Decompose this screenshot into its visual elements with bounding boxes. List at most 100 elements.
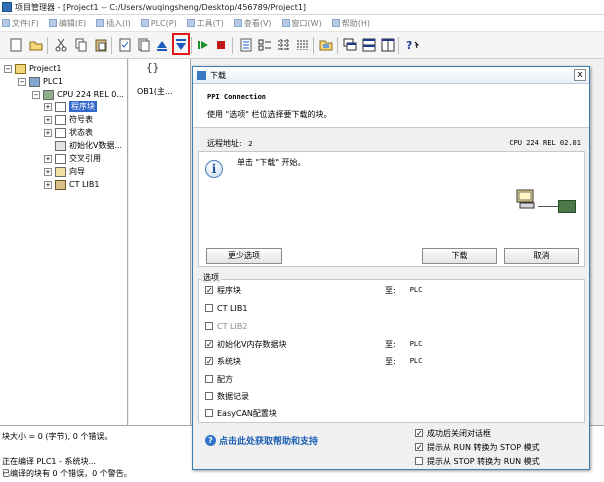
menu-edit[interactable]: 编辑(E) (48, 18, 86, 29)
copy-icon[interactable] (73, 37, 89, 53)
cancel-button[interactable]: 取消 (504, 248, 579, 264)
checkbox-checked[interactable]: ✓ (415, 429, 423, 438)
expand-icon[interactable]: + (44, 154, 52, 163)
option-target: 至: PLC (385, 338, 422, 350)
option-target: 至: PLC (385, 284, 422, 296)
tree-item-data-block[interactable]: 初始化V数据... (55, 139, 122, 152)
collapse-icon[interactable]: − (32, 90, 40, 99)
dialog-title-bar: 下载 x (193, 67, 589, 84)
menu-plc[interactable]: PLC(P) (140, 19, 177, 28)
tile-vertical-icon[interactable] (380, 37, 396, 53)
upload-icon[interactable] (154, 37, 170, 53)
remote-address: 远程地址: 2 (207, 138, 252, 149)
compile-all-icon[interactable] (136, 37, 152, 53)
checkbox-checked[interactable]: ✓ (415, 443, 423, 452)
option-label: 提示从 STOP 转换为 RUN 模式 (427, 456, 540, 466)
block-ob1-label[interactable]: OB1(主... (137, 86, 173, 97)
option-ct-lib1[interactable]: CT LIB1 (205, 302, 247, 314)
remote-address-label: 远程地址: (207, 139, 242, 148)
menu-window[interactable]: 窗口(W) (281, 18, 322, 29)
tree-item-cross-reference[interactable]: + 交叉引用 (44, 152, 101, 165)
checkbox-unchecked[interactable] (205, 392, 213, 400)
wizard-icon (55, 166, 66, 177)
tile-horizontal-icon[interactable] (361, 37, 377, 53)
help-link[interactable]: ? 点击此处获取帮助和支持 (205, 434, 318, 447)
option-prompt-run-to-stop[interactable]: ✓ 提示从 RUN 转换为 STOP 模式 (415, 441, 540, 453)
option-close-on-success[interactable]: ✓ 成功后关闭对话框 (415, 427, 491, 439)
expand-icon[interactable]: + (44, 167, 52, 176)
fbd-icon[interactable] (276, 37, 292, 53)
ladder-icon[interactable] (238, 37, 254, 53)
connection-title: PPI Connection (207, 93, 267, 101)
option-target-label: 至: (385, 285, 396, 295)
download-dialog: 下载 x PPI Connection 使用 "选项" 栏位选择要下载的块。 远… (192, 66, 590, 470)
cpu-identifier: CPU 224 REL 02.01 (509, 139, 581, 147)
option-target-value: PLC (409, 286, 423, 294)
tree-item-program-block[interactable]: + 程序块 (44, 100, 97, 113)
close-icon[interactable]: x (574, 69, 586, 81)
block-icon[interactable]: {} (146, 61, 160, 77)
expand-icon[interactable]: + (44, 115, 52, 124)
collapse-icon[interactable]: − (18, 77, 26, 86)
connection-line (538, 206, 558, 207)
cut-icon[interactable] (53, 37, 69, 53)
new-icon[interactable] (8, 37, 24, 53)
option-init-data-block[interactable]: ✓ 初始化V内存数据块 (205, 338, 286, 350)
help-icon[interactable]: ? (404, 37, 420, 53)
expand-icon[interactable]: + (44, 128, 52, 137)
download-button[interactable]: 下载 (422, 248, 497, 264)
tree-label-status-table: 状态表 (69, 128, 93, 137)
tree-item-ct-lib1[interactable]: + CT LIB1 (44, 178, 99, 191)
paste-icon[interactable] (93, 37, 109, 53)
tree-label-symbol-table: 符号表 (69, 115, 93, 124)
tree-item-status-table[interactable]: + 状态表 (44, 126, 93, 139)
option-prompt-stop-to-run[interactable]: 提示从 STOP 转换为 RUN 模式 (415, 455, 540, 467)
tree-item-symbol-table[interactable]: + 符号表 (44, 113, 93, 126)
fewer-options-button[interactable]: 更少选项 (206, 248, 282, 264)
option-label: 系统块 (217, 356, 241, 366)
collapse-icon[interactable]: − (4, 64, 12, 73)
block-pane: {} OB1(主... (129, 59, 191, 425)
app-icon (2, 2, 12, 12)
tree-item-project[interactable]: − Project1 (4, 62, 61, 75)
stl-icon[interactable] (257, 37, 273, 53)
library-icon (55, 179, 66, 190)
expand-icon[interactable]: + (44, 180, 52, 189)
checkbox-unchecked[interactable] (205, 304, 213, 312)
table-icon[interactable] (295, 37, 311, 53)
project-icon (15, 63, 26, 74)
menu-window-label: 窗口(W) (291, 18, 322, 28)
option-easycan[interactable]: EasyCAN配置块 (205, 407, 277, 419)
checkbox-checked[interactable]: ✓ (205, 357, 213, 366)
checkbox-unchecked[interactable] (415, 457, 423, 465)
open-icon[interactable] (28, 37, 44, 53)
plc-menu-icon (140, 19, 149, 27)
checkbox-checked[interactable]: ✓ (205, 286, 213, 295)
title-bar: 项目管理器 - [Project1 -- C:/Users/wuqingshen… (0, 0, 604, 15)
tree-item-plc[interactable]: − PLC1 (18, 75, 63, 88)
expand-icon[interactable]: + (44, 102, 52, 111)
option-recipe[interactable]: 配方 (205, 373, 233, 385)
folder-icon[interactable] (318, 37, 334, 53)
checkbox-unchecked[interactable] (205, 409, 213, 417)
menu-tools[interactable]: 工具(T) (186, 18, 224, 29)
menu-file-label: 文件(F) (12, 18, 39, 28)
run-icon[interactable] (195, 37, 211, 53)
menu-help[interactable]: 帮助(H) (331, 18, 370, 29)
compile-icon[interactable] (117, 37, 133, 53)
checkbox-unchecked[interactable] (205, 375, 213, 383)
cascade-icon[interactable] (342, 37, 358, 53)
tree-item-wizard[interactable]: + 向导 (44, 165, 85, 178)
checkbox-checked[interactable]: ✓ (205, 340, 213, 349)
header-instruction: 使用 "选项" 栏位选择要下载的块。 (207, 110, 332, 119)
window-menu-icon (281, 19, 290, 27)
option-system-block[interactable]: ✓ 系统块 (205, 355, 241, 367)
tree-label-wizard: 向导 (69, 167, 85, 176)
menu-insert[interactable]: 插入(I) (96, 18, 131, 29)
stop-icon[interactable] (213, 37, 229, 53)
option-program-block[interactable]: ✓ 程序块 (205, 284, 241, 296)
option-data-log[interactable]: 数据记录 (205, 390, 249, 402)
menu-view[interactable]: 查看(V) (233, 18, 272, 29)
menu-file[interactable]: 文件(F) (2, 18, 39, 29)
tools-menu-icon (186, 19, 195, 27)
